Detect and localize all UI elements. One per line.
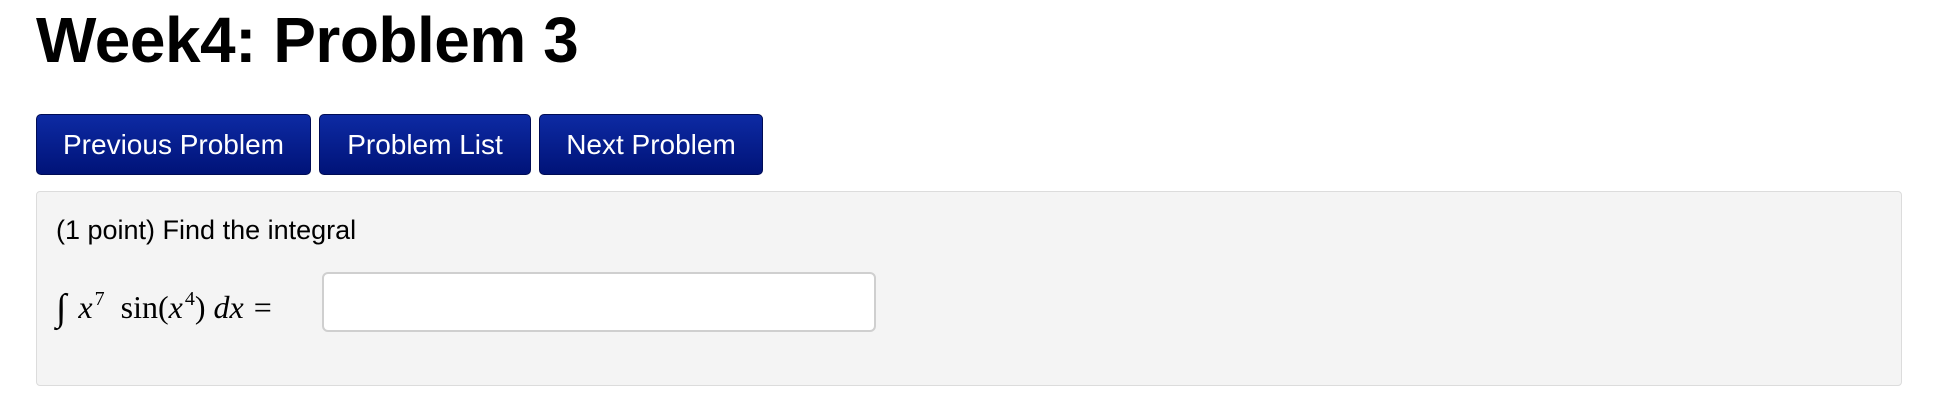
math-variable: x — [78, 289, 93, 325]
integral-sign: ∫ — [56, 287, 67, 329]
equals-sign: = — [253, 289, 272, 325]
next-problem-button[interactable]: Next Problem — [539, 114, 763, 175]
problem-statement: (1 point) Find the integral — [56, 215, 357, 245]
previous-problem-button[interactable]: Previous Problem — [36, 114, 311, 175]
answer-input[interactable] — [322, 272, 876, 332]
inner-exponent: 4 — [184, 288, 195, 310]
page-title: Week4: Problem 3 — [36, 4, 579, 76]
outer-exponent: 7 — [94, 288, 105, 310]
integral-expression: ∫ x 7 sin(x 4) dx = — [56, 278, 272, 340]
sine-function: sin — [120, 289, 158, 325]
problem-panel: (1 point) Find the integral ∫ x 7 sin(x 4) d… — [36, 191, 1902, 386]
math-variable-inner: x — [168, 289, 183, 325]
differential: dx — [213, 289, 244, 325]
problem-list-button[interactable]: Problem List — [319, 114, 531, 175]
